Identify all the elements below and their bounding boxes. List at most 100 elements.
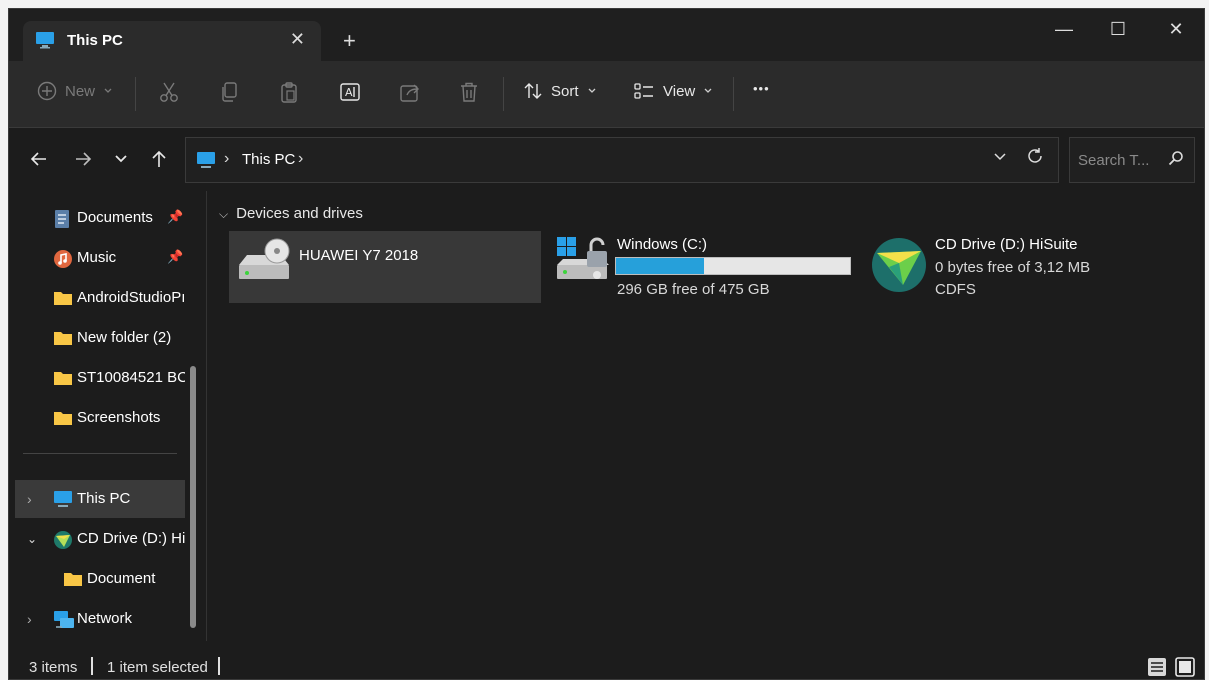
folder-icon xyxy=(63,570,83,592)
more-options-button[interactable]: ••• xyxy=(753,81,770,96)
sidebar-scrollbar[interactable] xyxy=(190,366,196,628)
chevron-down-icon[interactable]: ⌄ xyxy=(27,532,37,546)
copy-button[interactable] xyxy=(219,81,239,103)
drive-tile-cd-d[interactable]: CD Drive (D:) HiSuite 0 bytes free of 3,… xyxy=(867,231,1167,303)
breadcrumb-this-pc[interactable]: This PC xyxy=(242,151,295,168)
view-label: View xyxy=(663,82,696,100)
toolbar-separator xyxy=(135,77,136,111)
music-icon xyxy=(53,249,73,273)
share-button[interactable] xyxy=(399,81,421,103)
chevron-down-icon xyxy=(704,88,712,93)
windows-drive-icon xyxy=(553,233,611,289)
tab-title: This PC xyxy=(67,32,123,49)
pc-icon xyxy=(53,490,73,512)
sidebar-item-documents[interactable]: Documents 📌 xyxy=(15,199,185,237)
rename-icon: A xyxy=(340,83,360,101)
sidebar-item-st10084521[interactable]: ST10084521 BC/ xyxy=(15,359,185,397)
sort-icon xyxy=(524,83,542,99)
drive-usage-fill xyxy=(616,258,705,274)
paste-button[interactable] xyxy=(279,81,299,103)
view-button[interactable]: View xyxy=(633,81,713,101)
file-explorer-window: This PC ✕ + — ☐ ✕ New A Sort View ••• › … xyxy=(8,8,1205,680)
sidebar-item-document[interactable]: Document xyxy=(15,560,185,598)
details-view-icon xyxy=(1148,658,1166,676)
cut-button[interactable] xyxy=(159,81,179,103)
pane-divider[interactable] xyxy=(206,191,207,641)
pc-icon xyxy=(35,31,55,53)
devices-group-header[interactable]: ⌵ Devices and drives xyxy=(219,205,363,222)
sort-button[interactable]: Sort xyxy=(523,81,597,101)
sidebar-item-label: This PC xyxy=(77,490,131,507)
view-list-icon xyxy=(634,83,653,99)
status-separator xyxy=(218,657,220,675)
sidebar-item-label: CD Drive (D:) HiS xyxy=(77,530,185,547)
command-bar: New A Sort View ••• xyxy=(9,61,1204,128)
tiles-view-button[interactable] xyxy=(1175,657,1195,679)
details-view-button[interactable] xyxy=(1147,657,1167,679)
chevron-down-icon xyxy=(588,88,595,93)
folder-icon xyxy=(53,329,73,351)
sidebar-item-music[interactable]: Music 📌 xyxy=(15,239,185,277)
refresh-icon xyxy=(1028,148,1042,163)
sidebar-item-cd-drive[interactable]: ⌄ CD Drive (D:) HiS xyxy=(15,520,185,558)
toolbar-separator xyxy=(733,77,734,111)
sidebar-item-label: Document xyxy=(87,570,156,587)
forward-button[interactable] xyxy=(73,149,93,175)
search-input[interactable]: Search T... xyxy=(1078,152,1149,169)
sidebar-item-androidstudio[interactable]: AndroidStudioPı xyxy=(15,279,185,317)
chevron-down-icon xyxy=(115,155,127,163)
copy-icon xyxy=(222,82,237,102)
chevron-right-icon[interactable]: › xyxy=(27,491,32,507)
trash-icon xyxy=(461,82,477,102)
sidebar-divider xyxy=(23,453,177,454)
refresh-button[interactable] xyxy=(1026,147,1044,170)
chevron-down-icon xyxy=(994,153,1006,161)
clipboard-icon xyxy=(281,82,297,103)
drive-tile-huawei[interactable]: HUAWEI Y7 2018 xyxy=(229,231,541,303)
sort-label: Sort xyxy=(551,82,579,100)
drive-filesystem: CDFS xyxy=(935,281,976,298)
share-icon xyxy=(400,84,419,102)
drive-name: CD Drive (D:) HiSuite xyxy=(935,236,1078,253)
new-tab-button[interactable]: + xyxy=(343,28,356,54)
network-icon xyxy=(53,610,75,634)
sidebar-item-network[interactable]: › Network xyxy=(15,600,185,638)
tiles-view-icon xyxy=(1175,657,1195,677)
new-button[interactable]: New xyxy=(37,81,113,101)
rename-button[interactable]: A xyxy=(339,81,361,103)
close-window-button[interactable]: ✕ xyxy=(1153,19,1199,49)
address-history-button[interactable] xyxy=(992,148,1008,169)
recent-locations-button[interactable] xyxy=(113,149,129,175)
folder-icon xyxy=(53,289,73,311)
drive-name: HUAWEI Y7 2018 xyxy=(299,247,419,264)
status-separator xyxy=(91,657,93,675)
up-button[interactable] xyxy=(149,149,169,175)
maximize-button[interactable]: ☐ xyxy=(1095,19,1141,49)
delete-button[interactable] xyxy=(459,81,479,103)
sidebar-item-screenshots[interactable]: Screenshots xyxy=(15,399,185,437)
drive-name: Windows (C:) xyxy=(617,236,708,253)
tab-close-button[interactable]: ✕ xyxy=(290,29,305,50)
chevron-down-icon xyxy=(104,88,112,93)
chevron-right-icon[interactable]: › xyxy=(27,611,32,627)
arrow-left-icon xyxy=(30,152,46,166)
address-bar[interactable]: › This PC › xyxy=(185,137,1059,183)
tab-this-pc[interactable]: This PC ✕ xyxy=(23,21,321,61)
sidebar-item-label: AndroidStudioPı xyxy=(77,289,185,306)
plus-circle-icon xyxy=(37,81,57,101)
svg-text:A: A xyxy=(345,86,353,99)
breadcrumb-chevron-icon[interactable]: › xyxy=(298,150,303,168)
pc-icon xyxy=(196,151,216,173)
sidebar-item-label: Screenshots xyxy=(77,409,161,426)
sidebar-item-new-folder-2[interactable]: New folder (2) xyxy=(15,319,185,357)
breadcrumb-chevron-icon[interactable]: › xyxy=(224,150,229,168)
group-title: Devices and drives xyxy=(236,205,363,222)
more-icon: ••• xyxy=(753,81,770,96)
back-button[interactable] xyxy=(29,149,49,175)
search-box[interactable]: Search T... xyxy=(1069,137,1195,183)
sidebar-item-label: New folder (2) xyxy=(77,329,172,346)
minimize-button[interactable]: — xyxy=(1041,19,1087,49)
sidebar-item-this-pc[interactable]: › This PC xyxy=(15,480,185,518)
selection-count: 1 item selected xyxy=(107,659,208,676)
document-icon xyxy=(53,209,71,233)
